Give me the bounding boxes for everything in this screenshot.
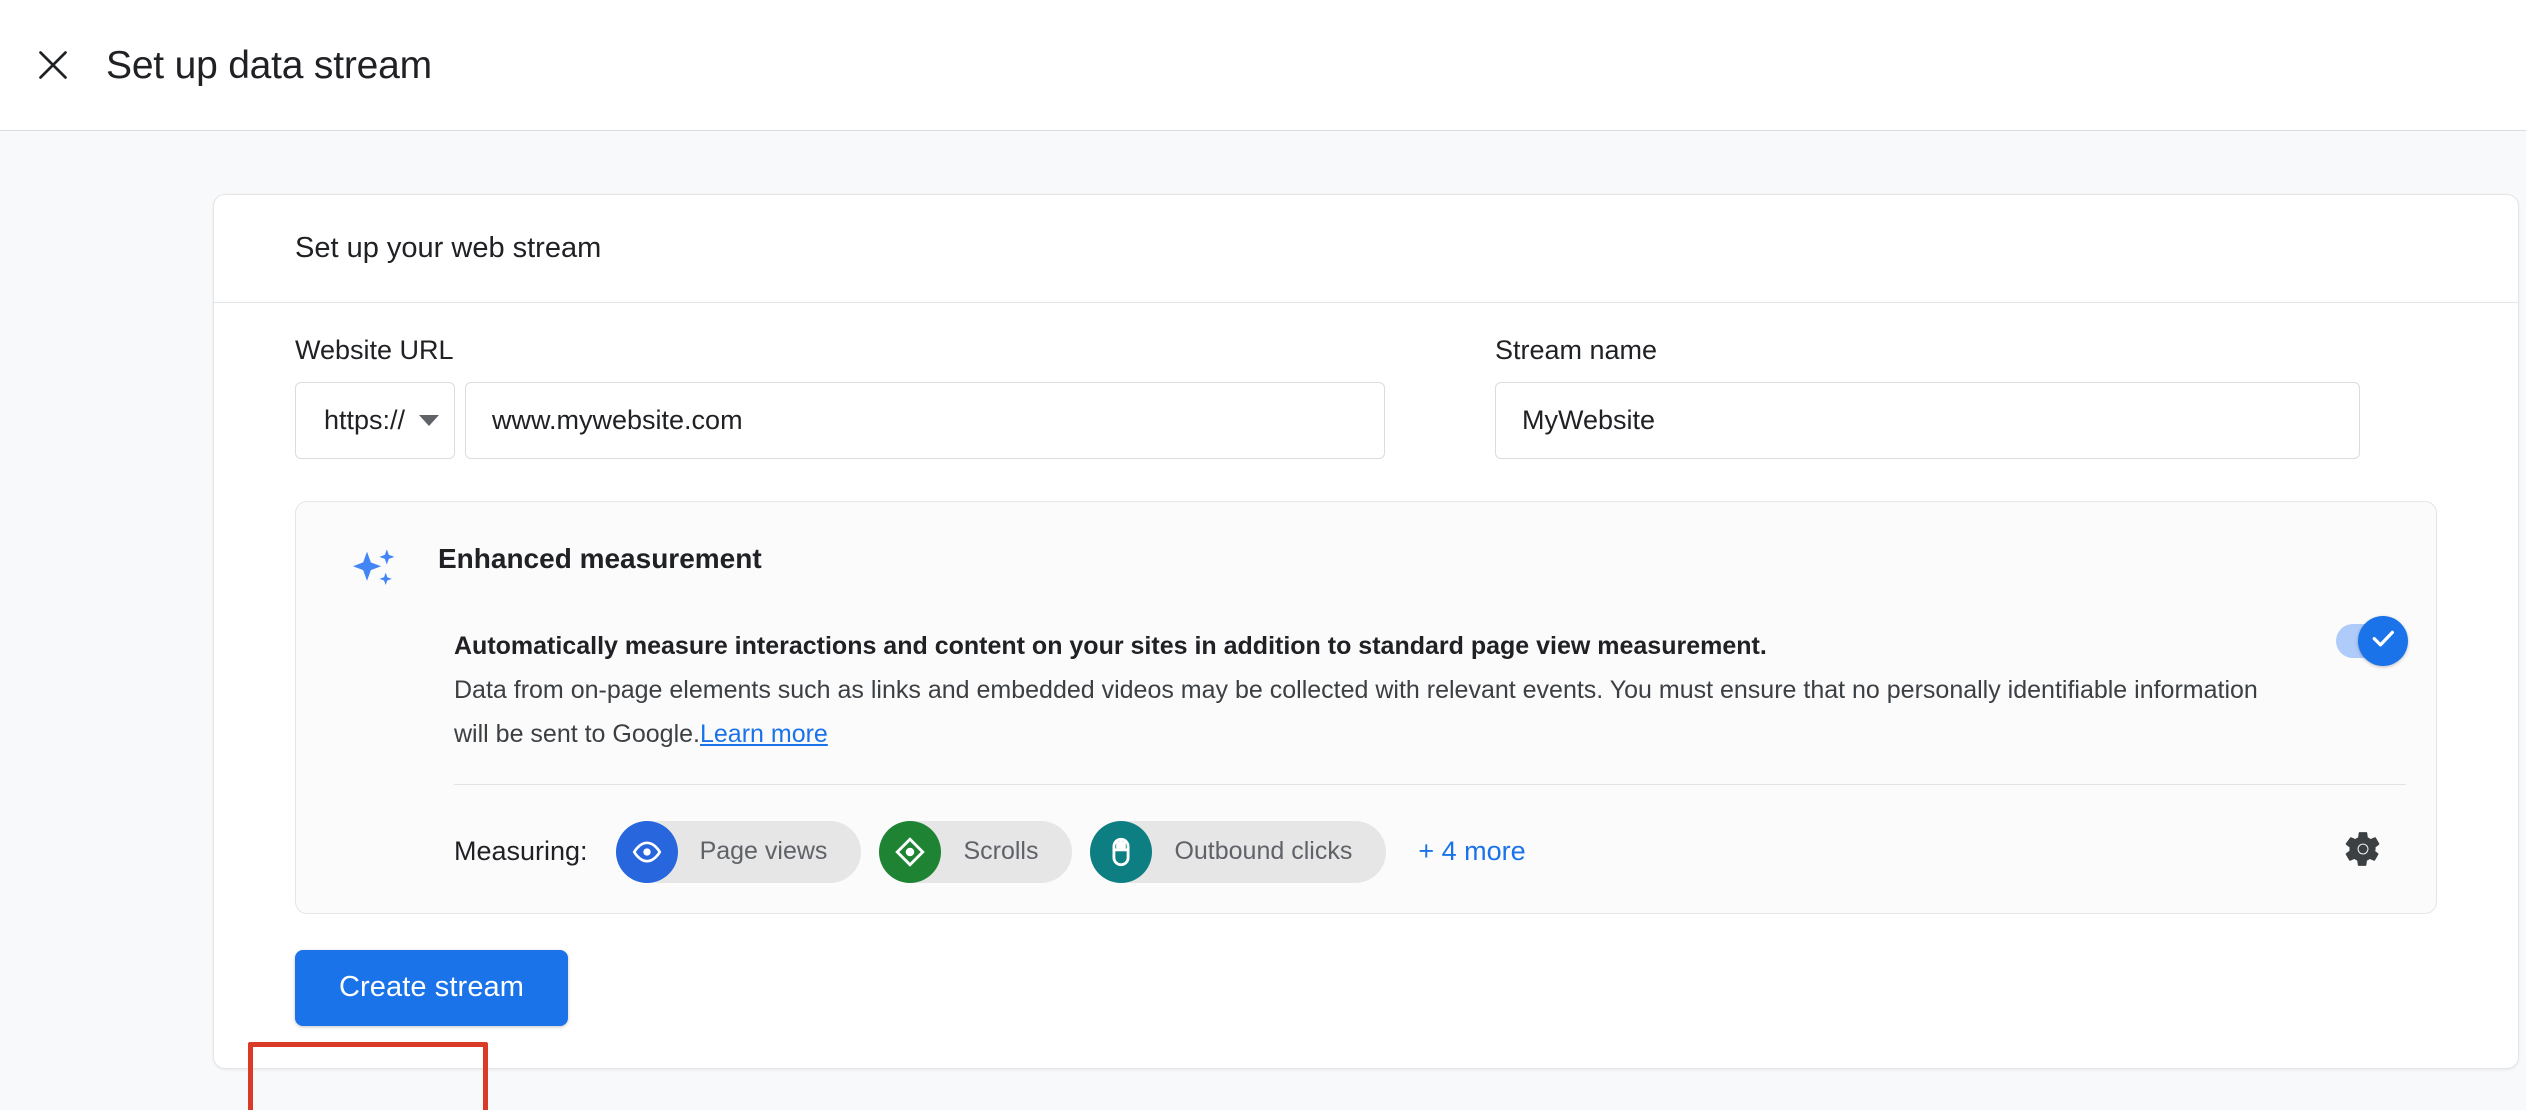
page-root: Set up data stream Set up your web strea… bbox=[0, 0, 2526, 1110]
check-icon bbox=[2368, 623, 2398, 658]
mouse-icon bbox=[1090, 820, 1153, 883]
card-body: Website URL https:// Stream name bbox=[214, 303, 2518, 1026]
card-title: Set up your web stream bbox=[295, 232, 602, 264]
em-description-line-1: Automatically measure interactions and c… bbox=[454, 631, 1767, 660]
website-url-input[interactable] bbox=[465, 381, 1385, 459]
website-url-field-group: Website URL https:// bbox=[295, 335, 1475, 459]
stream-name-label: Stream name bbox=[1495, 335, 1658, 365]
more-events-link[interactable]: + 4 more bbox=[1418, 836, 1525, 867]
create-stream-row: Create stream bbox=[295, 949, 2437, 1026]
enhanced-measurement-toggle-wrap bbox=[2336, 615, 2408, 666]
chip-page-views-label: Page views bbox=[699, 837, 828, 866]
panel-divider bbox=[454, 783, 2406, 785]
close-icon bbox=[33, 45, 73, 85]
em-description-line-3-text: will be sent to Google. bbox=[454, 719, 700, 748]
website-url-inputs: https:// bbox=[295, 381, 1475, 459]
chip-scrolls-label: Scrolls bbox=[963, 837, 1039, 866]
enhanced-measurement-description: Automatically measure interactions and c… bbox=[454, 624, 2284, 756]
enhanced-measurement-settings-button[interactable] bbox=[2334, 823, 2392, 881]
chip-outbound-clicks[interactable]: Outbound clicks bbox=[1090, 820, 1387, 883]
fields-row: Website URL https:// Stream name bbox=[295, 303, 2437, 459]
create-stream-button[interactable]: Create stream bbox=[295, 949, 569, 1026]
chevron-down-icon bbox=[419, 414, 440, 426]
stream-name-input[interactable] bbox=[1495, 381, 2360, 459]
protocol-select-value: https:// bbox=[324, 404, 406, 435]
web-stream-card: Set up your web stream Website URL https… bbox=[213, 194, 2519, 1069]
measuring-row: Measuring: Page views Scrolls Outbound c… bbox=[454, 820, 2406, 883]
chip-outbound-clicks-label: Outbound clicks bbox=[1174, 837, 1353, 866]
eye-icon bbox=[615, 820, 678, 883]
card-header: Set up your web stream bbox=[214, 195, 2518, 303]
learn-more-link[interactable]: Learn more bbox=[700, 720, 828, 748]
scroll-icon bbox=[879, 820, 942, 883]
page-body: Set up your web stream Website URL https… bbox=[0, 131, 2526, 1110]
page-title: Set up data stream bbox=[106, 43, 432, 87]
toggle-thumb bbox=[2358, 615, 2408, 666]
stream-name-field-group: Stream name bbox=[1495, 335, 2360, 459]
em-description-line-2: Data from on-page elements such as links… bbox=[454, 675, 2258, 704]
enhanced-measurement-title: Enhanced measurement bbox=[438, 542, 762, 574]
enhanced-measurement-panel: Enhanced measurement Automatically measu… bbox=[295, 500, 2437, 914]
em-description-line-3: will be sent to Google.Learn more bbox=[454, 712, 2284, 756]
website-url-label: Website URL bbox=[295, 335, 454, 365]
close-button[interactable] bbox=[22, 34, 84, 96]
measuring-label: Measuring: bbox=[454, 836, 588, 867]
gear-icon bbox=[2342, 828, 2384, 875]
enhanced-measurement-toggle[interactable] bbox=[2336, 615, 2408, 666]
protocol-select[interactable]: https:// bbox=[295, 381, 455, 459]
chip-page-views[interactable]: Page views bbox=[615, 820, 862, 883]
chip-scrolls[interactable]: Scrolls bbox=[879, 820, 1073, 883]
sparkle-icon bbox=[346, 540, 402, 601]
top-bar: Set up data stream bbox=[0, 0, 2526, 131]
enhanced-measurement-header: Enhanced measurement bbox=[326, 528, 2406, 601]
